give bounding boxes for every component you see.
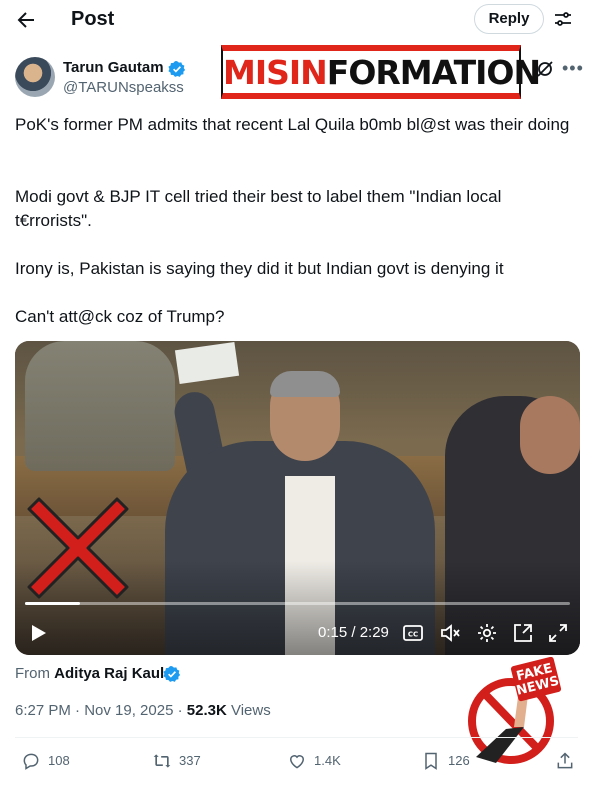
video-progress-bar[interactable] (25, 602, 570, 605)
video-time: 0:15 / 2:29 (318, 624, 389, 641)
svg-text:CC: CC (408, 631, 418, 639)
video-source: From Aditya Raj Kaul (15, 664, 164, 684)
repost-count: 337 (179, 753, 201, 768)
heart-icon (289, 755, 305, 769)
mute-icon[interactable] (439, 622, 461, 644)
grok-icon[interactable] (535, 59, 555, 79)
from-prefix: From (15, 665, 50, 682)
avatar[interactable] (15, 57, 55, 97)
play-icon[interactable] (28, 623, 48, 643)
picture-in-picture-icon[interactable] (512, 622, 534, 644)
author-handle[interactable]: @TARUNspeakss (63, 79, 184, 97)
misinformation-stamp: MISINFORMATION (221, 45, 541, 99)
bookmark-count: 126 (448, 753, 470, 768)
filter-sliders-icon[interactable] (553, 9, 573, 29)
bookmark-icon (425, 752, 437, 770)
tweet-paragraph: Can't att@ck coz of Trump? (15, 307, 225, 326)
timestamp-text[interactable]: 6:27 PM · Nov 19, 2025 · (15, 702, 187, 719)
repost-icon (153, 754, 171, 768)
verified-badge-icon (163, 665, 181, 683)
views-count: 52.3K (186, 702, 227, 719)
more-options-icon[interactable]: ••• (562, 58, 584, 78)
tweet-paragraph: Modi govt & BJP IT cell tried their best… (15, 187, 502, 230)
page-title: Post (71, 8, 115, 30)
like-count: 1.4K (314, 753, 341, 768)
reply-button[interactable]: Reply (474, 4, 544, 34)
share-icon (557, 752, 573, 769)
divider (15, 737, 578, 738)
back-arrow-icon[interactable] (14, 8, 38, 32)
tweet-paragraph: Irony is, Pakistan is saying they did it… (15, 259, 504, 278)
author-name[interactable]: Tarun Gautam (63, 59, 164, 77)
top-bar: Post Reply (0, 0, 593, 40)
tweet-paragraph: PoK's former PM admits that recent Lal Q… (15, 115, 570, 134)
red-cross-icon (25, 495, 131, 601)
captions-icon[interactable]: CC (402, 622, 424, 644)
reply-icon (23, 753, 39, 770)
post-timestamp: 6:27 PM · Nov 19, 2025 · 52.3K Views (15, 701, 271, 721)
stamp-text-part2: FORMATION (326, 53, 541, 92)
misinformation-label: MISINFORMATION (223, 53, 541, 93)
settings-icon[interactable] (476, 622, 498, 644)
reply-count: 108 (48, 753, 70, 768)
video-progress-fill (25, 602, 80, 605)
fullscreen-icon[interactable] (547, 622, 569, 644)
stamp-text-part1: MISIN (223, 53, 328, 92)
source-author-link[interactable]: Aditya Raj Kaul (54, 665, 164, 682)
views-label: Views (226, 702, 271, 719)
verified-badge-icon (168, 60, 186, 78)
fake-news-badge: FAKE NEWS (466, 656, 562, 765)
